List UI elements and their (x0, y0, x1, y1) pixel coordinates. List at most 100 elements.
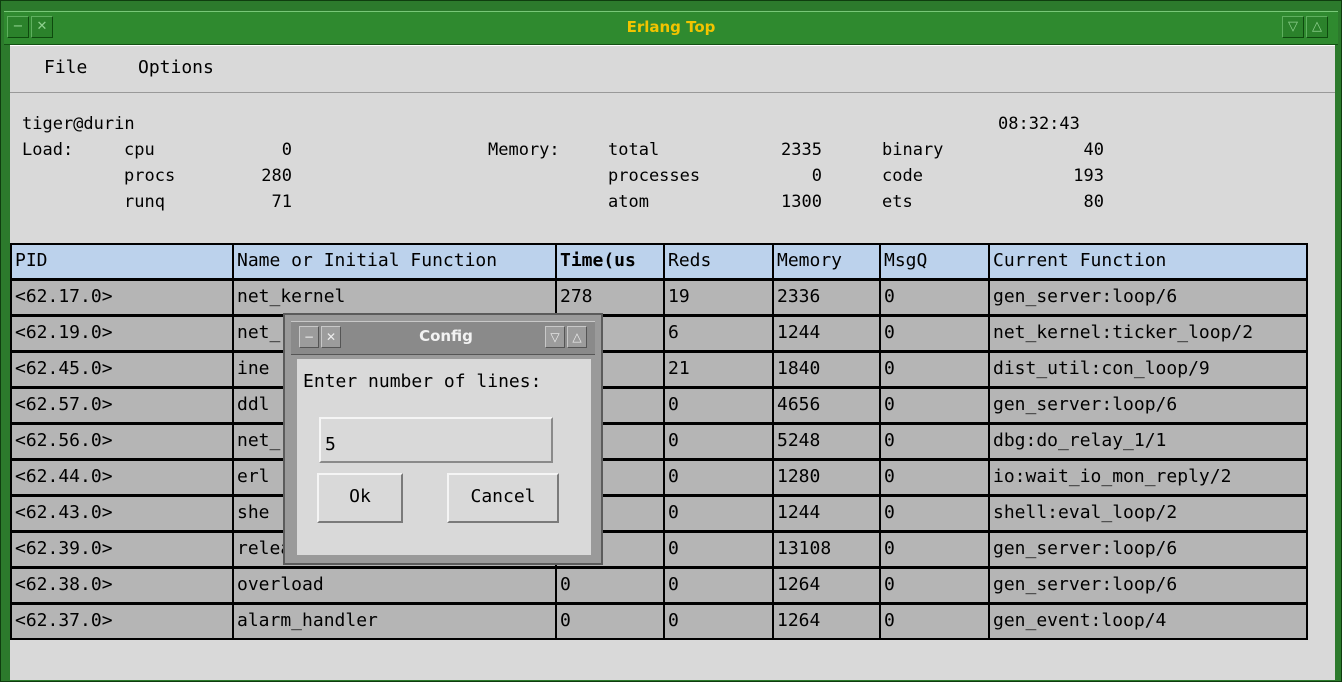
cell-memory: 1244 (772, 495, 883, 532)
column-header-current-function[interactable]: Current Function (988, 243, 1308, 280)
menu-file[interactable]: File (44, 57, 87, 78)
memory-processes-value: 0 (811, 166, 822, 186)
cell-current-function: gen_server:loop/6 (988, 531, 1308, 568)
cell-time: 0 (555, 567, 667, 604)
erlang-top-window: − ✕ Erlang Top ▽ △ File Options tiger@du… (0, 0, 1342, 682)
memory-code-label: code (882, 166, 923, 186)
column-header-pid[interactable]: PID (10, 243, 236, 280)
memory-processes-label: processes (608, 166, 701, 186)
clock-time: 08:32:43 (998, 114, 1080, 134)
memory-code-value: 193 (1073, 166, 1104, 186)
cell-msgq: 0 (879, 603, 992, 640)
cell-pid: <62.38.0> (10, 567, 236, 604)
title-bar[interactable]: − ✕ Erlang Top ▽ △ (4, 11, 1338, 45)
load-cpu-label: cpu (124, 140, 155, 160)
cell-reds: 0 (663, 423, 776, 460)
cell-pid: <62.43.0> (10, 495, 236, 532)
cell-memory: 5248 (772, 423, 883, 460)
cell-memory: 4656 (772, 387, 883, 424)
cell-msgq: 0 (879, 351, 992, 388)
cell-current-function: gen_server:loop/6 (988, 387, 1308, 424)
cell-current-function: dist_util:con_loop/9 (988, 351, 1308, 388)
cell-pid: <62.44.0> (10, 459, 236, 496)
memory-total-value: 2335 (781, 140, 822, 160)
cell-msgq: 0 (879, 279, 992, 316)
window-title: Erlang Top (626, 18, 716, 36)
cell-msgq: 0 (879, 315, 992, 352)
cell-name: alarm_handler (232, 603, 559, 640)
cell-pid: <62.19.0> (10, 315, 236, 352)
cell-reds: 21 (663, 351, 776, 388)
memory-binary-label: binary (882, 140, 944, 160)
cell-current-function: io:wait_io_mon_reply/2 (988, 459, 1308, 496)
cell-reds: 0 (663, 495, 776, 532)
cell-current-function: net_kernel:ticker_loop/2 (988, 315, 1308, 352)
memory-ets-value: 80 (1083, 192, 1104, 212)
ok-button[interactable]: Ok (317, 473, 403, 523)
cell-reds: 0 (663, 567, 776, 604)
main-client: File Options tiger@durin 08:32:43 Load: … (10, 45, 1335, 680)
cell-current-function: gen_server:loop/6 (988, 279, 1308, 316)
cell-reds: 6 (663, 315, 776, 352)
cell-msgq: 0 (879, 495, 992, 532)
cell-current-function: dbg:do_relay_1/1 (988, 423, 1308, 460)
dialog-title-bar[interactable]: − ✕ Config ▽ △ (291, 321, 595, 355)
cell-pid: <62.37.0> (10, 603, 236, 640)
column-header-name[interactable]: Name or Initial Function (232, 243, 559, 280)
cell-memory: 1280 (772, 459, 883, 496)
cell-msgq: 0 (879, 459, 992, 496)
cell-current-function: shell:eval_loop/2 (988, 495, 1308, 532)
cell-memory: 1840 (772, 351, 883, 388)
cell-current-function: gen_event:loop/4 (988, 603, 1308, 640)
dialog-menu-icon[interactable]: − (299, 326, 319, 348)
config-dialog: − ✕ Config ▽ △ Enter number of lines: Ok… (283, 313, 603, 565)
column-header-msgq[interactable]: MsgQ (879, 243, 992, 280)
cell-pid: <62.56.0> (10, 423, 236, 460)
dialog-close-icon[interactable]: ✕ (321, 326, 341, 348)
memory-ets-label: ets (882, 192, 913, 212)
load-procs-label: procs (124, 166, 176, 186)
system-info-panel: tiger@durin 08:32:43 Load: cpu 0 procs 2… (10, 92, 1335, 240)
cell-reds: 0 (663, 603, 776, 640)
maximize-icon[interactable]: △ (1306, 16, 1328, 38)
cell-reds: 0 (663, 387, 776, 424)
cell-memory: 13108 (772, 531, 883, 568)
cell-current-function: gen_server:loop/6 (988, 567, 1308, 604)
menu-bar: File Options (10, 45, 1335, 93)
cell-pid: <62.17.0> (10, 279, 236, 316)
cell-reds: 0 (663, 531, 776, 568)
memory-binary-value: 40 (1083, 140, 1104, 160)
minimize-icon[interactable]: ▽ (1282, 16, 1304, 38)
load-label: Load: (22, 140, 74, 160)
cell-msgq: 0 (879, 387, 992, 424)
column-header-time[interactable]: Time(us (555, 243, 667, 280)
cell-memory: 2336 (772, 279, 883, 316)
lines-input[interactable] (319, 417, 553, 463)
cell-pid: <62.57.0> (10, 387, 236, 424)
dialog-minimize-icon[interactable]: ▽ (545, 326, 565, 348)
dialog-title: Config (419, 327, 473, 345)
node-name: tiger@durin (22, 114, 135, 134)
lines-prompt-label: Enter number of lines: (303, 371, 542, 392)
cell-name: net_kernel (232, 279, 559, 316)
cancel-button[interactable]: Cancel (447, 473, 559, 523)
cell-pid: <62.45.0> (10, 351, 236, 388)
menu-options[interactable]: Options (138, 57, 214, 78)
memory-label: Memory: (488, 140, 560, 160)
dialog-maximize-icon[interactable]: △ (567, 326, 587, 348)
column-header-reds[interactable]: Reds (663, 243, 776, 280)
cell-memory: 1264 (772, 567, 883, 604)
memory-atom-label: atom (608, 192, 649, 212)
load-procs-value: 280 (261, 166, 292, 186)
load-runq-label: runq (124, 192, 165, 212)
dialog-body: Enter number of lines: Ok Cancel (297, 359, 591, 555)
cell-reds: 0 (663, 459, 776, 496)
cell-msgq: 0 (879, 423, 992, 460)
cell-memory: 1244 (772, 315, 883, 352)
memory-atom-value: 1300 (781, 192, 822, 212)
cell-time: 278 (555, 279, 667, 316)
column-header-memory[interactable]: Memory (772, 243, 883, 280)
load-cpu-value: 0 (281, 140, 292, 160)
load-runq-value: 71 (271, 192, 292, 212)
cell-msgq: 0 (879, 567, 992, 604)
